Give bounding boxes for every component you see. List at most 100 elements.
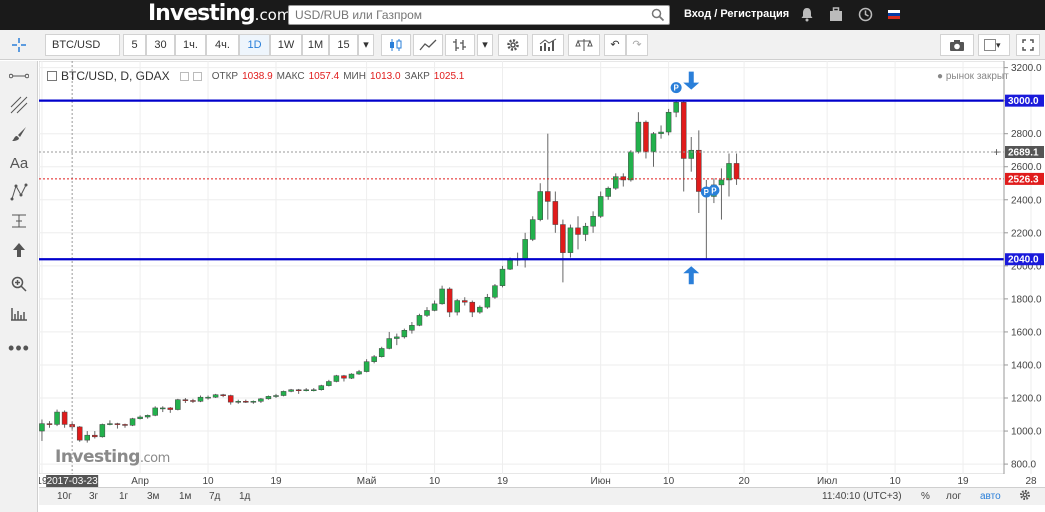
trend-line-tool-icon[interactable] — [6, 65, 32, 87]
clock-icon[interactable] — [858, 7, 873, 25]
candle-body — [288, 389, 294, 392]
candles-chart-type-button[interactable] — [381, 34, 411, 56]
candle-body — [718, 179, 725, 186]
candle-body — [567, 227, 574, 253]
undo-icon[interactable]: ↶ — [604, 34, 626, 56]
arrow-up-tool-icon[interactable] — [6, 239, 32, 261]
more-tools-icon[interactable]: ••• — [6, 337, 32, 359]
candle-body — [431, 303, 438, 311]
range-button-1[interactable]: 3г — [89, 491, 98, 502]
range-button-0[interactable]: 10г — [57, 491, 72, 502]
time-axis[interactable]: 19 Апр 10 19 Май 10 19 Июн 10 20 Июл 10 19 282017-03-… — [36, 474, 1045, 487]
candle-body — [484, 296, 491, 308]
candle-body — [650, 133, 657, 153]
price-label-text: 2526.3 — [1008, 174, 1039, 185]
chart-area[interactable]: PPP 800.0 1000.0 1200.0 1400.0 1600.0 1800.0 2… — [36, 60, 1045, 512]
candle — [401, 328, 408, 339]
gear-icon[interactable] — [498, 34, 528, 56]
price-label-text: 2689.1 — [1008, 148, 1039, 159]
interval-button-2[interactable]: 1ч. — [175, 34, 206, 56]
measure-tool-icon[interactable] — [6, 210, 32, 232]
interval-button-4[interactable]: 1D — [239, 34, 270, 56]
legend-close-icon[interactable] — [192, 71, 202, 81]
x-tick-label: 19 — [270, 476, 282, 487]
chart-legend: BTC/USD, D, GDAX ОТКР 1038.9 МАКС 1057.4… — [47, 69, 464, 83]
search-icon[interactable] — [651, 8, 665, 25]
interval-button-3[interactable]: 4ч. — [206, 34, 239, 56]
candle-body — [469, 301, 476, 313]
price-chart[interactable]: PP P 800.01000.01200.01400.01600.01800.02… — [36, 60, 1045, 487]
y-tick-label: 1400.0 — [1011, 360, 1042, 371]
interval-button-5[interactable]: 1W — [270, 34, 302, 56]
area-chart-type-button[interactable] — [413, 34, 443, 56]
fullscreen-icon[interactable] — [1016, 34, 1040, 56]
briefcase-icon[interactable] — [829, 7, 843, 25]
candle-body — [235, 401, 241, 403]
redo-icon[interactable]: ↷ — [626, 34, 648, 56]
candle — [318, 384, 325, 391]
y-tick-label: 1000.0 — [1011, 427, 1042, 438]
investing-logo[interactable]: Investing.com — [148, 1, 291, 28]
chart-color-picker[interactable]: ▾ — [978, 34, 1010, 56]
add-alert-plus-icon[interactable]: + — [993, 145, 1000, 159]
chart-type-chevron-icon[interactable]: ▾ — [477, 34, 493, 56]
ruler-tool-icon[interactable] — [6, 302, 32, 324]
x-tick-label: 28 — [1025, 476, 1037, 487]
x-tick-label: 20 — [739, 476, 751, 487]
range-button-3[interactable]: 3м — [147, 491, 159, 502]
fib-retracement-tool-icon[interactable] — [6, 94, 32, 116]
candle-body — [129, 418, 136, 426]
candle — [665, 108, 672, 136]
high-label: МАКС — [276, 70, 305, 82]
legend-collapse-icon[interactable] — [47, 71, 57, 81]
interval-dropdown-chevron-icon[interactable]: ▾ — [358, 34, 374, 56]
auto-toggle[interactable]: авто — [980, 491, 1001, 502]
range-button-5[interactable]: 7д — [209, 491, 220, 502]
candle-body — [575, 227, 581, 235]
y-tick-label: 1600.0 — [1011, 327, 1042, 338]
log-toggle[interactable]: лог — [946, 491, 961, 502]
search-box[interactable] — [288, 5, 670, 25]
range-button-4[interactable]: 1м — [179, 491, 191, 502]
interval-button-7[interactable]: 15 — [329, 34, 358, 56]
candle-body — [590, 216, 596, 227]
candle-body — [326, 381, 332, 386]
range-button-6[interactable]: 1д — [239, 491, 250, 502]
bars-chart-type-button[interactable] — [445, 34, 475, 56]
event-marker: P — [670, 82, 682, 94]
pattern-tool-icon[interactable] — [6, 181, 32, 203]
interval-button-6[interactable]: 1M — [302, 34, 329, 56]
compare-scale-icon[interactable] — [568, 34, 600, 56]
login-register-link[interactable]: Вход / Регистрация — [684, 8, 789, 20]
indicators-icon[interactable] — [532, 34, 564, 56]
symbol-input[interactable]: BTC/USD — [45, 34, 120, 56]
bell-icon[interactable] — [800, 7, 814, 25]
gear-icon[interactable] — [1019, 489, 1031, 504]
text-tool-icon[interactable]: Aa — [6, 152, 32, 174]
interval-button-1[interactable]: 30 — [146, 34, 175, 56]
candle-body — [477, 306, 483, 313]
russia-flag-icon[interactable] — [888, 10, 900, 22]
candle-body — [492, 285, 498, 298]
candle-body — [378, 348, 385, 357]
camera-icon[interactable] — [940, 34, 974, 56]
crosshair-tool-button[interactable] — [2, 34, 36, 56]
drawing-toolbar: Aa ••• — [0, 61, 38, 512]
brush-tool-icon[interactable] — [6, 123, 32, 145]
candle-body — [295, 389, 302, 391]
candle — [567, 224, 574, 258]
candle-body — [409, 325, 415, 331]
candle-body — [122, 424, 128, 426]
legend-settings-icon[interactable] — [179, 71, 189, 81]
y-tick-label: 2800.0 — [1011, 129, 1042, 140]
zoom-in-icon[interactable] — [6, 273, 32, 295]
candle — [492, 284, 498, 299]
crosshair-date-text: 2017-03-23 — [47, 476, 99, 487]
search-input[interactable] — [289, 6, 639, 24]
range-button-2[interactable]: 1г — [119, 491, 128, 502]
event-marker-label: P — [711, 186, 717, 195]
interval-button-0[interactable]: 5 — [123, 34, 146, 56]
percent-toggle[interactable]: % — [921, 491, 930, 502]
candle-body — [371, 356, 377, 362]
candle — [212, 393, 219, 399]
